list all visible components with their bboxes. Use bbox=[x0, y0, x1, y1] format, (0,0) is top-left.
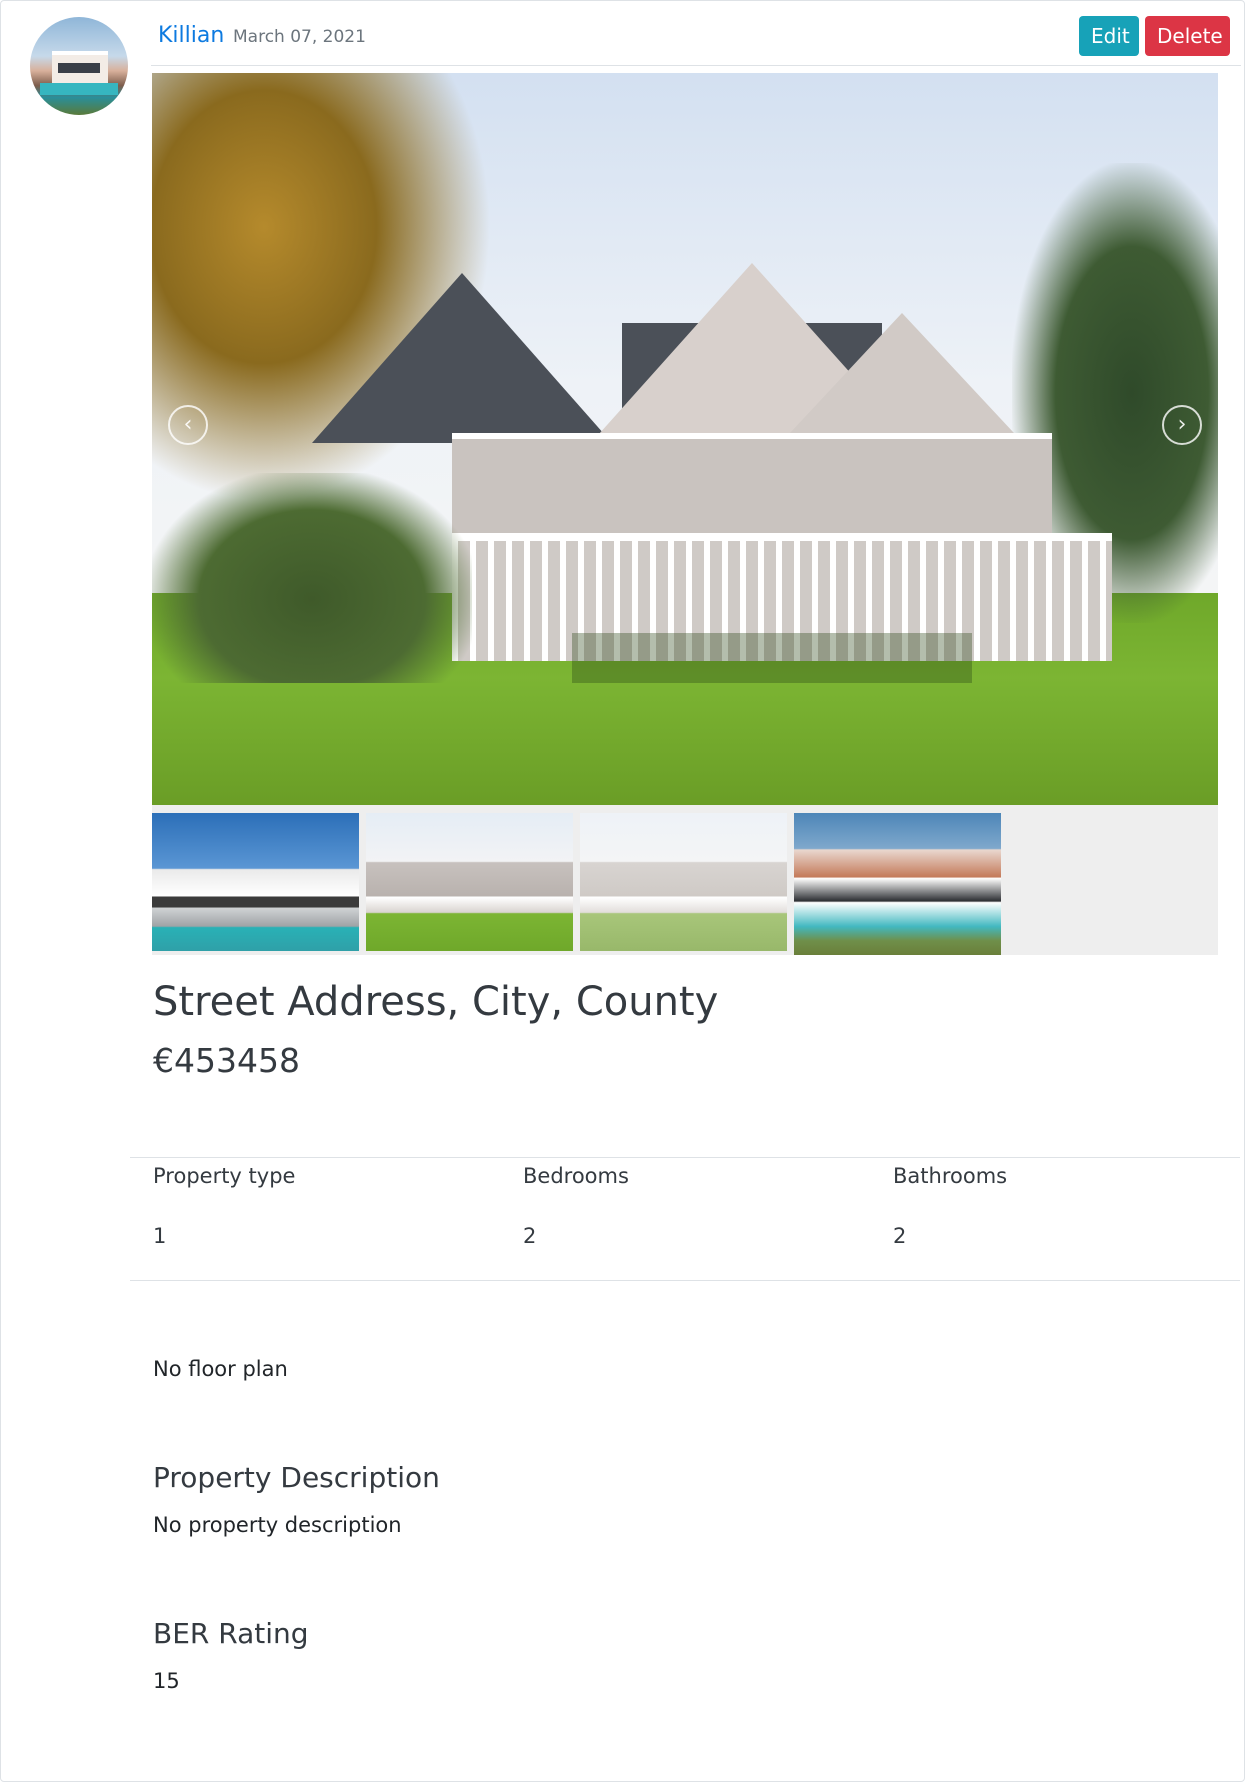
image-carousel[interactable]: ‹ › bbox=[152, 73, 1218, 805]
floor-plan-text: No floor plan bbox=[153, 1357, 288, 1381]
thumbnail-strip bbox=[152, 805, 1218, 955]
property-price: €453458 bbox=[153, 1041, 300, 1080]
ber-heading: BER Rating bbox=[153, 1617, 309, 1650]
thumbnail-3[interactable] bbox=[580, 813, 787, 951]
description-text: No property description bbox=[153, 1513, 402, 1537]
author-link[interactable]: Killian bbox=[158, 23, 224, 48]
spec-label: Bathrooms bbox=[893, 1164, 1008, 1188]
post-date: March 07, 2021 bbox=[233, 27, 366, 47]
thumbnail-1[interactable] bbox=[152, 813, 359, 951]
delete-button[interactable]: Delete bbox=[1145, 16, 1230, 56]
property-specs: Property type 1 Bedrooms 2 Bathrooms 2 bbox=[130, 1157, 1240, 1281]
spec-value: 2 bbox=[523, 1224, 537, 1248]
edit-button[interactable]: Edit bbox=[1079, 16, 1139, 56]
avatar-house-image bbox=[52, 51, 108, 83]
thumbnail-4[interactable] bbox=[794, 813, 1001, 955]
post-header: Killian March 07, 2021 Edit Delete bbox=[151, 13, 1241, 66]
thumbnail-2[interactable] bbox=[366, 813, 573, 951]
spec-label: Property type bbox=[153, 1164, 296, 1188]
property-address: Street Address, City, County bbox=[153, 979, 719, 1025]
description-heading: Property Description bbox=[153, 1461, 440, 1494]
spec-value: 1 bbox=[153, 1224, 167, 1248]
photo-roof-left bbox=[312, 273, 612, 443]
ber-value: 15 bbox=[153, 1669, 180, 1693]
main-property-photo bbox=[152, 73, 1218, 805]
listing-card: Killian March 07, 2021 Edit Delete ‹ › S… bbox=[0, 0, 1245, 1782]
chevron-right-icon[interactable]: › bbox=[1162, 405, 1202, 445]
photo-shadow bbox=[572, 633, 972, 683]
avatar[interactable] bbox=[30, 17, 128, 115]
spec-value: 2 bbox=[893, 1224, 907, 1248]
chevron-left-icon[interactable]: ‹ bbox=[168, 405, 208, 445]
spec-label: Bedrooms bbox=[523, 1164, 629, 1188]
avatar-pool-image bbox=[40, 83, 118, 95]
photo-hedge bbox=[152, 473, 472, 683]
